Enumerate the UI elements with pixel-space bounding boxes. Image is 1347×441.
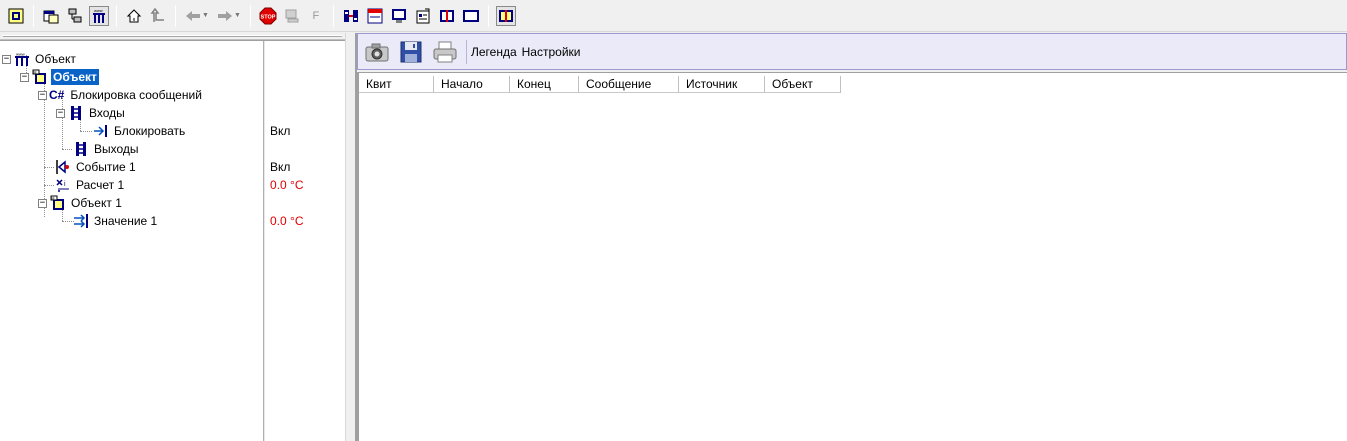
tree-item-block[interactable]: − C# Блокировка сообщений <box>38 86 204 104</box>
io-ladder-icon <box>72 141 90 157</box>
messages-grid: Квит Начало Конец Сообщение Источник Объ… <box>357 72 1347 441</box>
panel-grip[interactable] <box>0 33 345 40</box>
tree-item-value: 0.0 °C <box>270 178 304 192</box>
printer-icon[interactable] <box>432 39 458 65</box>
panel-splitter[interactable] <box>345 33 358 441</box>
rectangle-window-icon[interactable] <box>461 6 481 26</box>
svg-text:M: M <box>34 71 37 75</box>
settings-button[interactable]: Настройки <box>522 45 581 59</box>
open-object-icon[interactable] <box>6 6 26 26</box>
toolbar-separator <box>487 4 489 27</box>
tree-item-label: Значение 1 <box>94 214 158 228</box>
tree-item-block-input[interactable]: Блокировать <box>92 122 187 140</box>
collapse-icon[interactable]: − <box>38 90 47 100</box>
event-icon <box>54 159 72 175</box>
io-ladder-icon <box>67 105 85 121</box>
font-icon[interactable]: F <box>306 6 326 26</box>
save-icon[interactable] <box>398 39 424 65</box>
tree-item-value1[interactable]: Значение 1 <box>72 212 159 230</box>
tree-connector <box>44 167 54 168</box>
tree-item-label: Расчет 1 <box>76 178 125 192</box>
column-divider[interactable] <box>263 41 265 441</box>
legend-button[interactable]: Легенда <box>471 45 517 59</box>
object-cube-icon: M <box>31 69 49 85</box>
tree-item-outputs[interactable]: Выходы <box>72 140 141 158</box>
svg-text:www: www <box>94 8 103 13</box>
toolbar-separator <box>466 39 467 64</box>
column-header-message[interactable]: Сообщение <box>579 76 679 93</box>
svg-text:M: M <box>52 197 55 201</box>
calc-icon: i <box>54 177 72 193</box>
input-arrow-icon <box>92 123 110 139</box>
up-level-icon[interactable] <box>148 6 168 26</box>
tree-item-value: Вкл <box>270 124 291 138</box>
svg-text:www: www <box>16 52 25 57</box>
network-icon[interactable] <box>65 6 85 26</box>
tree-item-event[interactable]: Событие 1 <box>54 158 138 176</box>
collapse-icon[interactable]: − <box>20 72 29 82</box>
tree-connector <box>44 185 54 186</box>
properties-icon[interactable] <box>413 6 433 26</box>
journal-icon[interactable] <box>495 5 516 26</box>
toolbar-separator <box>332 4 334 27</box>
camera-icon[interactable] <box>364 39 390 65</box>
tree-connector <box>62 149 72 150</box>
computer-icon[interactable] <box>282 6 302 26</box>
tree-item-calc[interactable]: i Расчет 1 <box>54 176 126 194</box>
tree-item-label: Входы <box>89 106 125 120</box>
tree-item-inputs[interactable]: − Входы <box>56 104 127 122</box>
tree-item-value: 0.0 °C <box>270 214 304 228</box>
tree-item-label: Объект <box>51 69 99 85</box>
column-header-end[interactable]: Конец <box>510 76 579 93</box>
toolbar-separator <box>249 4 251 27</box>
collapse-icon[interactable]: − <box>56 108 65 118</box>
object-tree-panel: − www Объект − M Объект − C# Блокировка … <box>0 40 345 441</box>
collapse-icon[interactable]: − <box>2 54 11 64</box>
svg-text:i: i <box>64 181 66 188</box>
tree-item-root[interactable]: − www Объект <box>2 50 78 68</box>
journal-toolbar: Легенда Настройки <box>357 33 1347 70</box>
tree-item-selected[interactable]: − M Объект <box>20 68 99 86</box>
font-label: F <box>312 9 320 22</box>
home-icon[interactable] <box>124 6 144 26</box>
calendar-icon[interactable] <box>365 6 385 26</box>
column-header-source[interactable]: Источник <box>679 76 765 93</box>
csharp-icon: C# <box>49 88 65 102</box>
back-arrow-icon[interactable] <box>183 6 203 26</box>
tree-item-value: Вкл <box>270 160 291 174</box>
tree-item-label: Выходы <box>94 142 139 156</box>
main-toolbar: www ▼ ▼ STOP F <box>0 0 1347 32</box>
connection-icon[interactable] <box>341 6 361 26</box>
tree-item-label: Объект 1 <box>71 196 122 210</box>
object-cube-icon: M <box>49 195 67 211</box>
monitor-icon[interactable] <box>389 6 409 26</box>
toolbar-separator <box>175 4 176 27</box>
object-tree-icon[interactable]: www <box>89 5 109 26</box>
forward-dropdown-icon[interactable]: ▼ <box>234 12 241 19</box>
tree-item-label: Объект <box>35 52 76 66</box>
collapse-icon[interactable]: − <box>38 198 47 208</box>
value-arrows-icon <box>72 213 90 229</box>
object-tree-icon: www <box>13 51 31 67</box>
column-header-ack[interactable]: Квит <box>359 76 434 93</box>
stop-icon[interactable]: STOP <box>258 6 278 26</box>
back-dropdown-icon[interactable]: ▼ <box>202 12 209 19</box>
toolbar-separator <box>33 4 34 27</box>
tree-item-object1[interactable]: − M Объект 1 <box>38 194 124 212</box>
book-icon[interactable] <box>437 6 457 26</box>
stop-label: STOP <box>260 14 275 20</box>
tree-item-label: Блокировка сообщений <box>70 88 202 102</box>
column-header-object[interactable]: Объект <box>765 76 841 93</box>
column-header-start[interactable]: Начало <box>434 76 510 93</box>
tree-item-label: Событие 1 <box>76 160 136 174</box>
tree-item-label: Блокировать <box>114 124 186 138</box>
grid-header: Квит Начало Конец Сообщение Источник Объ… <box>359 76 841 93</box>
forward-arrow-icon[interactable] <box>215 6 235 26</box>
window-icon[interactable] <box>41 6 61 26</box>
tree-connector <box>80 131 92 132</box>
toolbar-separator <box>116 4 117 27</box>
